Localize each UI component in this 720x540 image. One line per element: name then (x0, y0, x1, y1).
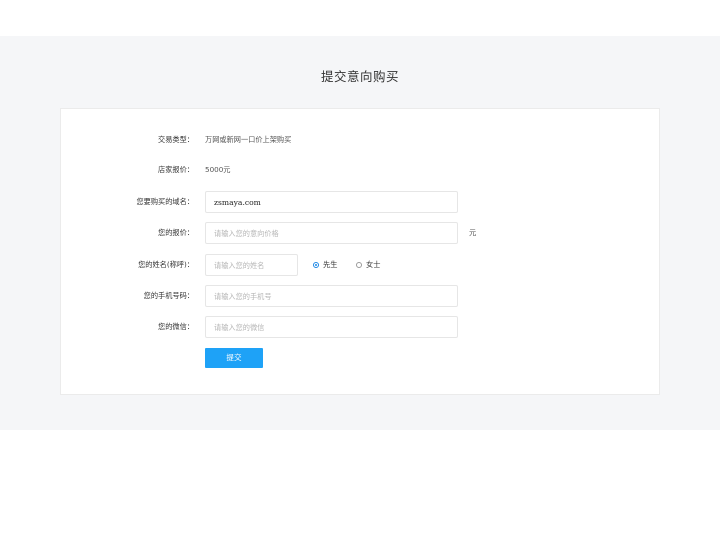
phone-row: 您的手机号码： (60, 285, 660, 309)
radio-unchecked-icon[interactable] (356, 262, 362, 268)
offer-price-input[interactable] (205, 222, 458, 244)
trade-type-value: 万网或新网一口价上架购买 (205, 135, 292, 144)
name-row: 您的姓名(称呼)： 先生 女士 (60, 254, 660, 278)
wechat-input[interactable] (205, 316, 458, 338)
store-price-row: 店家报价： 5000元 (60, 158, 660, 182)
gender-option-mr-label: 先生 (323, 260, 338, 269)
store-price-label: 店家报价： (158, 165, 194, 174)
offer-unit: 元 (469, 228, 477, 237)
trade-type-label: 交易类型： (158, 135, 194, 144)
wechat-row: 您的微信： (60, 316, 660, 340)
offer-row: 您的报价： 元 (60, 222, 660, 246)
submit-button[interactable]: 提交 (205, 348, 263, 368)
domain-input[interactable] (205, 191, 458, 213)
name-label: 您的姓名(称呼)： (138, 260, 194, 269)
store-price-value: 5000元 (205, 165, 231, 174)
offer-label: 您的报价： (158, 228, 194, 237)
name-input[interactable] (205, 254, 298, 276)
gender-option-ms-label: 女士 (366, 260, 381, 269)
domain-row: 您要购买的域名： (60, 191, 660, 215)
gender-option-mr[interactable]: 先生 (313, 254, 337, 276)
trade-type-row: 交易类型： 万网或新网一口价上架购买 (60, 128, 660, 152)
gender-option-ms[interactable]: 女士 (356, 254, 380, 276)
wechat-label: 您的微信： (158, 322, 194, 331)
phone-label: 您的手机号码： (143, 291, 194, 300)
radio-checked-icon[interactable] (313, 262, 319, 268)
domain-label: 您要购买的域名： (136, 197, 194, 206)
phone-input[interactable] (205, 285, 458, 307)
page-title: 提交意向购买 (320, 69, 399, 84)
